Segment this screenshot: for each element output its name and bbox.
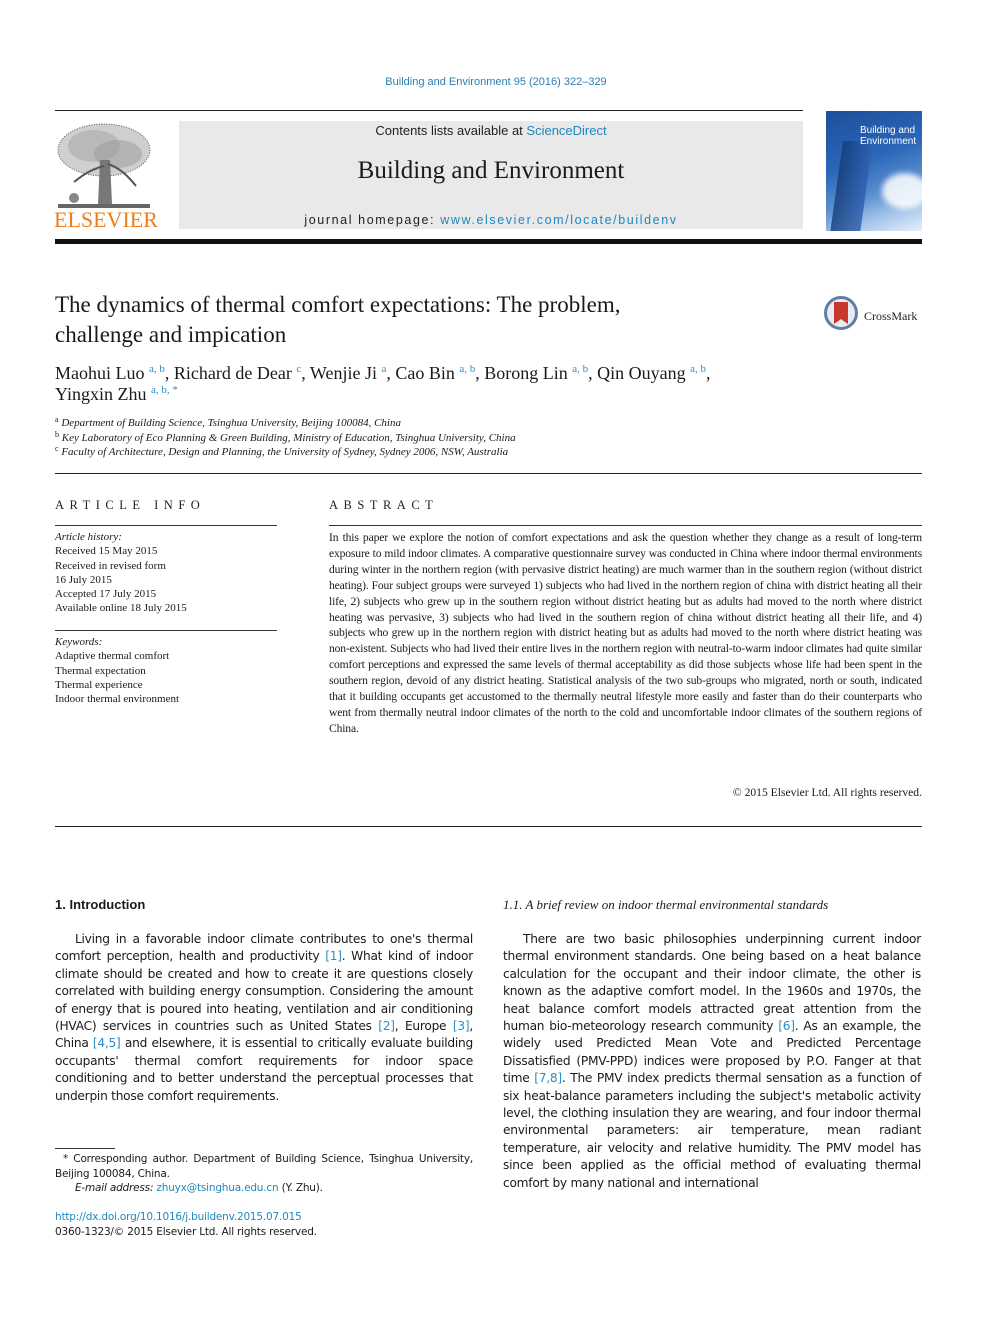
crossmark-button[interactable]: CrossMark [824,296,924,336]
cover-title-line1: Building and [860,125,916,136]
journal-homepage-line: journal homepage: www.elsevier.com/locat… [179,213,803,227]
article-info-heading: ARTICLE INFO [55,498,206,512]
elsevier-logo: ELSEVIER [54,120,158,232]
corresponding-author-footnote: * Corresponding author. Department of Bu… [55,1152,473,1196]
author[interactable]: Yingxin Zhu a, b, * [55,384,178,404]
cover-title: Building and Environment [860,125,916,147]
author[interactable]: Cao Bin a, b [395,363,475,383]
abstract-copyright: © 2015 Elsevier Ltd. All rights reserved… [732,786,922,799]
contents-line: Contents lists available at ScienceDirec… [179,123,803,138]
corresponding-author-text: * Corresponding author. Department of Bu… [55,1153,473,1180]
author[interactable]: Borong Lin a, b [484,363,588,383]
abstract-heading: ABSTRACT [329,498,439,512]
keyword-item: Thermal experience [55,678,143,691]
elsevier-tree-icon [57,123,151,208]
author-affiliation-marker[interactable]: a, b [690,363,706,375]
abstract-end-rule [55,826,922,827]
subsection-heading: 1.1. A brief review on indoor thermal en… [503,897,829,912]
abstract-text: In this paper we explore the notion of c… [329,531,922,735]
contents-prefix: Contents lists available at [375,123,527,138]
author-affiliation-marker[interactable]: a, b [459,363,475,375]
keyword-item: Thermal expectation [55,664,146,677]
author-affiliation-marker[interactable]: a, b [572,363,588,375]
cover-cloud-shape [882,173,922,209]
affiliation-list: a Department of Building Science, Tsingh… [55,416,655,460]
author[interactable]: Richard de Dear c [174,363,301,383]
keyword-item: Indoor thermal environment [55,693,180,706]
history-item: Accepted 17 July 2015 [55,588,157,601]
issn-copyright: 0360-1323/© 2015 Elsevier Ltd. All right… [55,1226,317,1238]
journal-cover-image[interactable]: Building and Environment [826,111,922,231]
article-title-line1: The dynamics of thermal comfort expectat… [55,292,621,317]
author[interactable]: Maohui Luo a, b [55,363,165,383]
affiliation-item: a Department of Building Science, Tsingh… [55,415,401,430]
history-item: Received in revised form [55,559,166,572]
email-link[interactable]: zhuyx@tsinghua.edu.cn [156,1182,278,1194]
journal-title: Building and Environment [357,157,625,184]
keywords-rule [55,630,277,631]
sciencedirect-link[interactable]: ScienceDirect [526,123,606,138]
author[interactable]: Wenjie Ji a [310,363,386,383]
affiliation-item: b Key Laboratory of Eco Planning & Green… [55,429,516,444]
email-line: E-mail address: zhuyx@tsinghua.edu.cn (Y… [75,1182,323,1194]
author-affiliation-marker[interactable]: a, b [149,363,165,375]
article-info-rule [55,525,277,526]
cover-building-shape [828,141,874,231]
citation-link[interactable]: [2] [378,1019,395,1033]
author-list: Maohui Luo a, b, Richard de Dear c, Wenj… [55,363,711,404]
homepage-prefix: journal homepage: [304,213,441,227]
abstract-rule [329,525,922,526]
history-item: Available online 18 July 2015 [55,602,187,615]
doi-link[interactable]: http://dx.doi.org/10.1016/j.buildenv.201… [55,1211,302,1223]
keywords-label: Keywords: [55,636,103,648]
header-rule [55,110,803,111]
elsevier-wordmark: ELSEVIER [54,207,158,232]
history-item: 16 July 2015 [55,573,112,586]
keyword-item: Adaptive thermal comfort [55,650,170,663]
citation-link[interactable]: [3] [453,1019,470,1033]
section-divider [55,473,922,474]
article-history-label: Article history: [55,531,122,543]
article-history: Article history: Received 15 May 2015 Re… [55,530,277,616]
introduction-heading: 1. Introduction [55,897,146,912]
cover-title-line2: Environment [860,136,917,147]
journal-masthead: Contents lists available at ScienceDirec… [179,121,803,229]
author-affiliation-marker[interactable]: a, b, * [151,384,178,396]
citation-link[interactable]: [6] [778,1019,795,1033]
citation-link[interactable]: [1] [325,949,342,963]
citation-link[interactable]: [7,8] [534,1071,562,1085]
footnote-rule [55,1148,115,1149]
masthead-thick-rule [55,239,922,244]
subsection-paragraph: There are two basic philosophies underpi… [503,932,921,1190]
keywords: Keywords: Adaptive thermal comfort Therm… [55,635,277,706]
article-title: The dynamics of thermal comfort expectat… [55,290,775,350]
article-title-line2: challenge and impication [55,322,287,347]
crossmark-label: CrossMark [864,309,918,323]
affiliation-item: c Faculty of Architecture, Design and Pl… [55,444,509,459]
journal-homepage-link[interactable]: www.elsevier.com/locate/buildenv [440,213,677,227]
introduction-paragraph: Living in a favorable indoor climate con… [55,932,473,1103]
citation-link[interactable]: [4,5] [93,1036,121,1050]
author[interactable]: Qin Ouyang a, b [597,363,706,383]
history-item: Received 15 May 2015 [55,545,158,558]
journal-reference-link[interactable]: Building and Environment 95 (2016) 322–3… [0,76,992,88]
email-label: E-mail address: [75,1182,157,1194]
